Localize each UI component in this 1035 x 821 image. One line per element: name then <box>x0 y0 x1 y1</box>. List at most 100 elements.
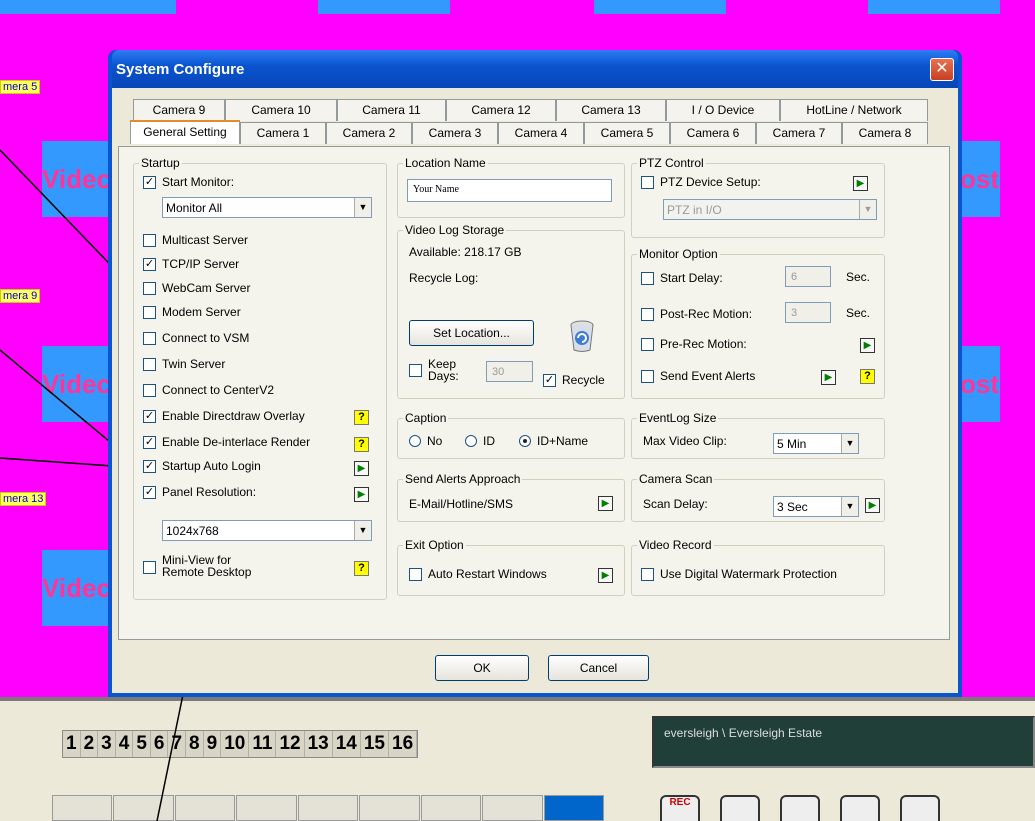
chevron-down-icon[interactable]: ▼ <box>859 200 876 219</box>
channel-button[interactable]: 12 <box>276 731 305 757</box>
checkbox-box[interactable]: ✓ <box>143 409 156 423</box>
settings-icon[interactable] <box>720 795 760 821</box>
radio-circle[interactable] <box>409 435 421 447</box>
start-delay-input[interactable]: 6 <box>785 266 831 287</box>
channel-button[interactable]: 5 <box>133 731 151 757</box>
keep-days-checkbox[interactable]: Keep Days: <box>409 358 459 382</box>
tab-camera-4[interactable]: Camera 4 <box>498 122 584 144</box>
help-icon[interactable]: ? <box>354 437 369 452</box>
channel-button[interactable]: 10 <box>221 731 250 757</box>
channel-button[interactable]: 1 <box>63 731 81 757</box>
checkbox-box[interactable] <box>641 337 654 351</box>
tab-camera-6[interactable]: Camera 6 <box>670 122 756 144</box>
checkbox-box[interactable] <box>409 364 422 377</box>
post-rec-checkbox[interactable]: Post-Rec Motion: <box>641 307 752 321</box>
startup-option[interactable]: WebCam Server <box>143 281 250 295</box>
startup-option[interactable]: ✓ TCP/IP Server <box>143 257 239 271</box>
checkbox-box[interactable]: ✓ <box>143 257 156 271</box>
scan-delay-select[interactable]: 3 Sec ▼ <box>773 496 859 517</box>
channel-button[interactable]: 11 <box>249 731 277 757</box>
layout-button-selected[interactable] <box>543 795 604 821</box>
video-tile[interactable]: Videc <box>42 141 112 217</box>
keep-days-input[interactable]: 30 <box>486 361 533 382</box>
startup-option[interactable]: Twin Server <box>143 357 225 371</box>
tab-camera-8[interactable]: Camera 8 <box>842 122 928 144</box>
checkbox-box[interactable] <box>641 369 654 383</box>
layout-button[interactable] <box>359 795 420 821</box>
help-icon[interactable]: ? <box>354 561 369 576</box>
arrow-right-icon[interactable]: ▶ <box>821 370 836 385</box>
channel-button[interactable]: 2 <box>81 731 99 757</box>
watermark-checkbox[interactable]: Use Digital Watermark Protection <box>641 567 837 581</box>
checkbox-box[interactable]: ✓ <box>143 175 156 189</box>
tab-camera-3[interactable]: Camera 3 <box>412 122 498 144</box>
checkbox-box[interactable] <box>641 271 654 285</box>
pre-rec-checkbox[interactable]: Pre-Rec Motion: <box>641 337 747 351</box>
checkbox-box[interactable] <box>641 567 654 581</box>
arrow-right-icon[interactable]: ▶ <box>865 498 880 513</box>
send-event-alerts-checkbox[interactable]: Send Event Alerts <box>641 369 755 383</box>
recycle-checkbox[interactable]: ✓ Recycle <box>543 373 605 387</box>
record-icon[interactable]: REC <box>660 795 700 821</box>
video-tile[interactable]: Videc <box>42 550 112 626</box>
channel-button[interactable]: 6 <box>151 731 169 757</box>
arrow-right-icon[interactable]: ▶ <box>598 568 613 583</box>
checkbox-box[interactable] <box>143 281 156 295</box>
channel-button[interactable]: 16 <box>389 731 418 757</box>
startup-option[interactable]: ✓ Startup Auto Login <box>143 459 261 473</box>
checkbox-box[interactable] <box>143 305 156 319</box>
help-icon[interactable]: ? <box>354 410 369 425</box>
startup-option[interactable]: Multicast Server <box>143 233 248 247</box>
startup-option[interactable]: ✓ Enable Directdraw Overlay <box>143 409 305 423</box>
layout-button[interactable] <box>113 795 174 821</box>
checkbox-box[interactable]: ✓ <box>143 459 156 473</box>
max-video-clip-select[interactable]: 5 Min ▼ <box>773 433 859 454</box>
tab-camera-9[interactable]: Camera 9 <box>133 99 225 121</box>
chevron-down-icon[interactable]: ▼ <box>841 497 858 516</box>
tab-camera-7[interactable]: Camera 7 <box>756 122 842 144</box>
channel-button[interactable]: 8 <box>186 731 204 757</box>
caption-radio-id[interactable]: ID <box>465 434 495 448</box>
tab-camera-13[interactable]: Camera 13 <box>556 99 666 121</box>
channel-button[interactable]: 4 <box>116 731 134 757</box>
arrow-right-icon[interactable]: ▶ <box>354 461 369 476</box>
start-monitor-checkbox[interactable]: ✓ Start Monitor: <box>143 175 234 189</box>
checkbox-box[interactable] <box>143 331 156 345</box>
chevron-down-icon[interactable]: ▼ <box>354 521 371 540</box>
location-name-input[interactable]: Your Name <box>407 179 612 202</box>
checkbox-box[interactable] <box>143 561 156 574</box>
channel-button[interactable]: 14 <box>333 731 361 757</box>
ptz-device-checkbox[interactable]: PTZ Device Setup: <box>641 175 761 189</box>
layout-button[interactable] <box>52 795 113 821</box>
radio-circle[interactable] <box>465 435 477 447</box>
layout-button[interactable] <box>420 795 482 821</box>
tab-camera-2[interactable]: Camera 2 <box>326 122 412 144</box>
mini-view-checkbox[interactable]: Mini-View for Remote Desktop <box>143 554 251 578</box>
startup-option[interactable]: ✓ Enable De-interlace Render <box>143 435 310 449</box>
arrow-right-icon[interactable]: ▶ <box>860 338 875 353</box>
channel-button[interactable]: 9 <box>204 731 222 757</box>
tab-general-setting[interactable]: General Setting <box>130 120 240 144</box>
layout-button[interactable] <box>174 795 236 821</box>
network-icon[interactable] <box>780 795 820 821</box>
caption-radio-no[interactable]: No <box>409 434 442 448</box>
help-icon[interactable]: ? <box>860 369 875 384</box>
video-tile[interactable]: Videc <box>42 346 112 422</box>
startup-option[interactable]: ✓ Panel Resolution: <box>143 485 256 499</box>
close-button[interactable]: ✕ <box>930 57 954 81</box>
checkbox-box[interactable] <box>641 307 654 321</box>
checkbox-box[interactable] <box>641 175 654 189</box>
channel-button[interactable]: 15 <box>361 731 389 757</box>
video-tile[interactable]: ost <box>960 141 1000 217</box>
title-bar[interactable]: System Configure ✕ <box>112 50 958 88</box>
checkbox-box[interactable] <box>143 357 156 371</box>
post-rec-input[interactable]: 3 <box>785 302 831 323</box>
tab-hotline-network[interactable]: HotLine / Network <box>780 99 928 121</box>
radio-circle[interactable] <box>519 435 531 447</box>
tab-camera-1[interactable]: Camera 1 <box>240 122 326 144</box>
start-delay-checkbox[interactable]: Start Delay: <box>641 271 723 285</box>
monitor-select[interactable]: Monitor All ▼ <box>162 197 372 218</box>
ptz-select[interactable]: PTZ in I/O ▼ <box>663 199 877 220</box>
arrow-right-icon[interactable]: ▶ <box>853 176 868 191</box>
channel-button[interactable]: 3 <box>98 731 116 757</box>
